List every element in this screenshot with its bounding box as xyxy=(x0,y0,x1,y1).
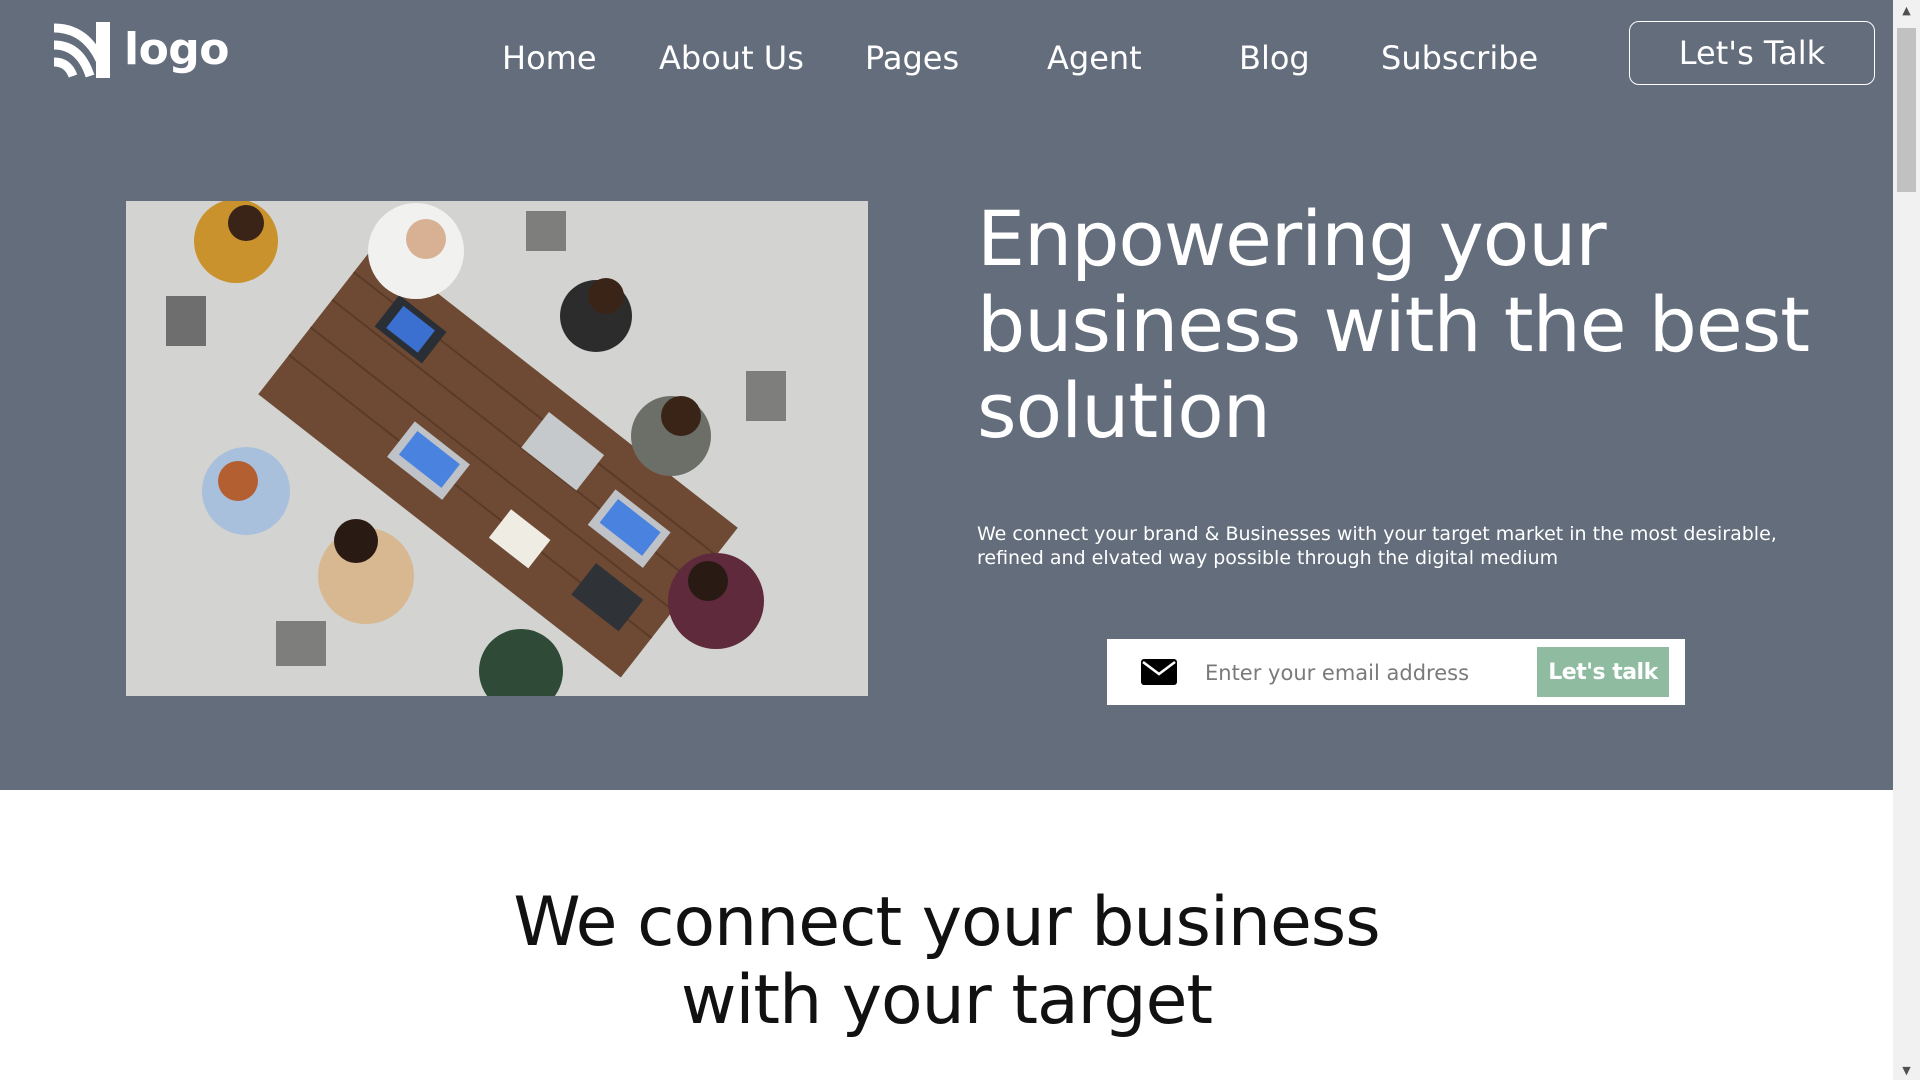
submit-lets-talk-button[interactable]: Let's talk xyxy=(1537,647,1669,697)
scroll-up-arrow-icon[interactable]: ▲ xyxy=(1893,0,1920,20)
scrollbar-thumb[interactable] xyxy=(1897,28,1916,192)
section-title-line1: We connect your business xyxy=(513,883,1380,962)
email-subscribe-form: Let's talk xyxy=(1107,639,1685,705)
nav-pages[interactable]: Pages xyxy=(865,38,959,78)
nav-subscribe[interactable]: Subscribe xyxy=(1381,38,1538,78)
hero-subtitle: We connect your brand & Businesses with … xyxy=(977,523,1777,569)
section-title-line2: with your target xyxy=(680,961,1213,1040)
nav-about-us[interactable]: About Us xyxy=(659,38,804,78)
section-title: We connect your business with your targe… xyxy=(0,884,1893,1040)
scroll-down-arrow-icon[interactable]: ▼ xyxy=(1893,1060,1920,1080)
hero-title: Enpowering your business with the best s… xyxy=(977,194,1810,455)
mail-icon xyxy=(1141,659,1177,685)
page: logo Home About Us Pages Agent Blog Subs… xyxy=(0,0,1893,1080)
lets-talk-button[interactable]: Let's Talk xyxy=(1629,21,1875,85)
scrollbar[interactable]: ▲ ▼ xyxy=(1893,0,1920,1080)
nav-home[interactable]: Home xyxy=(502,38,597,78)
email-input[interactable] xyxy=(1203,651,1527,695)
hero-image xyxy=(126,201,868,696)
nav-blog[interactable]: Blog xyxy=(1239,38,1310,78)
main-nav: Home About Us Pages Agent Blog Subscribe xyxy=(0,0,1893,116)
meeting-photo-icon xyxy=(126,201,868,696)
nav-agent[interactable]: Agent xyxy=(1047,38,1142,78)
